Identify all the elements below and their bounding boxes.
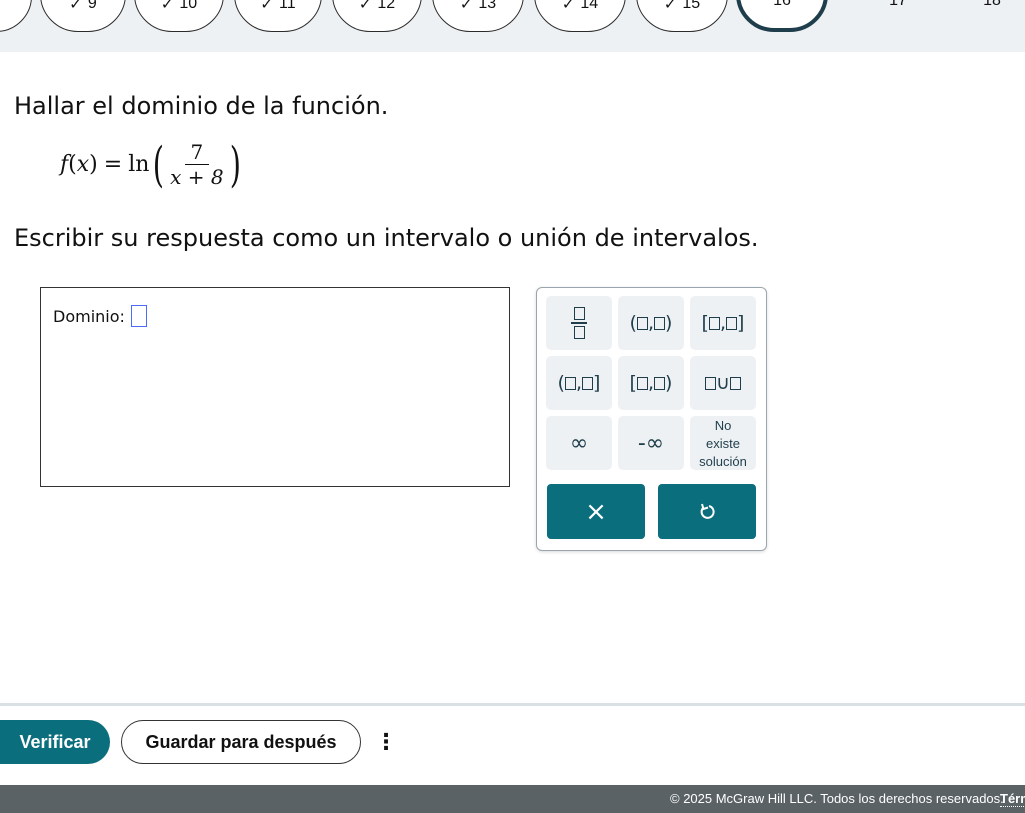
- question-15-button[interactable]: ✓ 15: [636, 0, 728, 32]
- denominator: x + 8: [170, 165, 224, 189]
- close-icon: ×: [585, 496, 607, 527]
- domain-input[interactable]: [131, 305, 147, 327]
- question-12-button[interactable]: ✓ 12: [332, 0, 422, 32]
- check-icon: ✓: [160, 0, 174, 13]
- answer-area[interactable]: Dominio:: [40, 287, 510, 487]
- function-name: f: [60, 152, 69, 177]
- big-open-paren: (: [153, 136, 165, 193]
- check-icon: ✓: [459, 0, 473, 13]
- infinity-key[interactable]: ∞: [546, 416, 612, 470]
- question-prompt: Hallar el dominio de la función.: [14, 92, 389, 120]
- check-icon: ✓: [260, 0, 273, 13]
- union-key[interactable]: ∪: [690, 356, 756, 410]
- open-paren: (: [68, 152, 77, 177]
- question-16-button-current[interactable]: 16: [736, 0, 828, 32]
- negative-infinity-icon: -∞: [637, 430, 665, 456]
- function-formula: f ( x ) = ln ( 7 x + 8 ): [60, 140, 244, 189]
- clear-button[interactable]: ×: [547, 484, 645, 539]
- undo-button[interactable]: [658, 484, 756, 539]
- domain-label: Dominio:: [53, 307, 125, 326]
- fraction-icon: [571, 307, 587, 339]
- question-10-button[interactable]: ✓ 10: [134, 0, 224, 32]
- open-closed-interval-key[interactable]: (,]: [546, 356, 612, 410]
- check-icon: ✓: [663, 0, 677, 13]
- fraction-key[interactable]: [546, 296, 612, 350]
- fraction: 7 x + 8: [170, 140, 223, 189]
- closed-closed-interval-key[interactable]: [,]: [690, 296, 756, 350]
- question-8-button[interactable]: 8: [0, 0, 32, 32]
- close-paren: ): [89, 152, 98, 177]
- answer-instruction: Escribir su respuesta como un intervalo …: [14, 224, 759, 252]
- check-icon: ✓: [358, 0, 372, 13]
- infinity-icon: ∞: [569, 430, 589, 456]
- function-variable: x: [76, 152, 90, 177]
- copyright-text: © 2025 McGraw Hill LLC. Todos los derech…: [670, 791, 1004, 806]
- save-for-later-button[interactable]: Guardar para después: [121, 720, 361, 764]
- closed-open-interval-key[interactable]: [,): [618, 356, 684, 410]
- question-13-button[interactable]: ✓ 13: [432, 0, 524, 32]
- no-solution-key[interactable]: No existe solución: [690, 416, 756, 470]
- question-18-button[interactable]: 18: [972, 0, 1012, 10]
- negative-infinity-key[interactable]: -∞: [618, 416, 684, 470]
- open-open-interval-key[interactable]: (,): [618, 296, 684, 350]
- question-progress-bar: 8 ✓9 ✓10 ✓11 ✓12 ✓13 ✓14 ✓15 16 17 18: [0, 0, 1025, 52]
- check-icon: ✓: [561, 0, 575, 13]
- more-options-icon[interactable]: ⋮: [370, 726, 402, 758]
- equals-sign: =: [103, 152, 123, 177]
- verify-button[interactable]: Verificar: [0, 720, 110, 764]
- undo-icon: [700, 503, 715, 519]
- terms-link[interactable]: Térm: [1000, 791, 1025, 807]
- numerator: 7: [184, 140, 210, 165]
- action-bar: Verificar Guardar para después ⋮: [0, 703, 1025, 776]
- question-9-button[interactable]: ✓ 9: [40, 0, 126, 32]
- question-14-button[interactable]: ✓ 14: [534, 0, 626, 32]
- question-11-button[interactable]: ✓ 11: [234, 0, 322, 32]
- footer: © 2025 McGraw Hill LLC. Todos los derech…: [0, 785, 1025, 813]
- question-17-button[interactable]: 17: [878, 0, 918, 10]
- check-icon: ✓: [69, 0, 82, 13]
- ln-function: ln: [128, 152, 150, 177]
- math-keypad: (,) [,] (,] [,) ∪ ∞ -∞ No existe solució…: [536, 287, 767, 551]
- big-close-paren: ): [229, 136, 241, 193]
